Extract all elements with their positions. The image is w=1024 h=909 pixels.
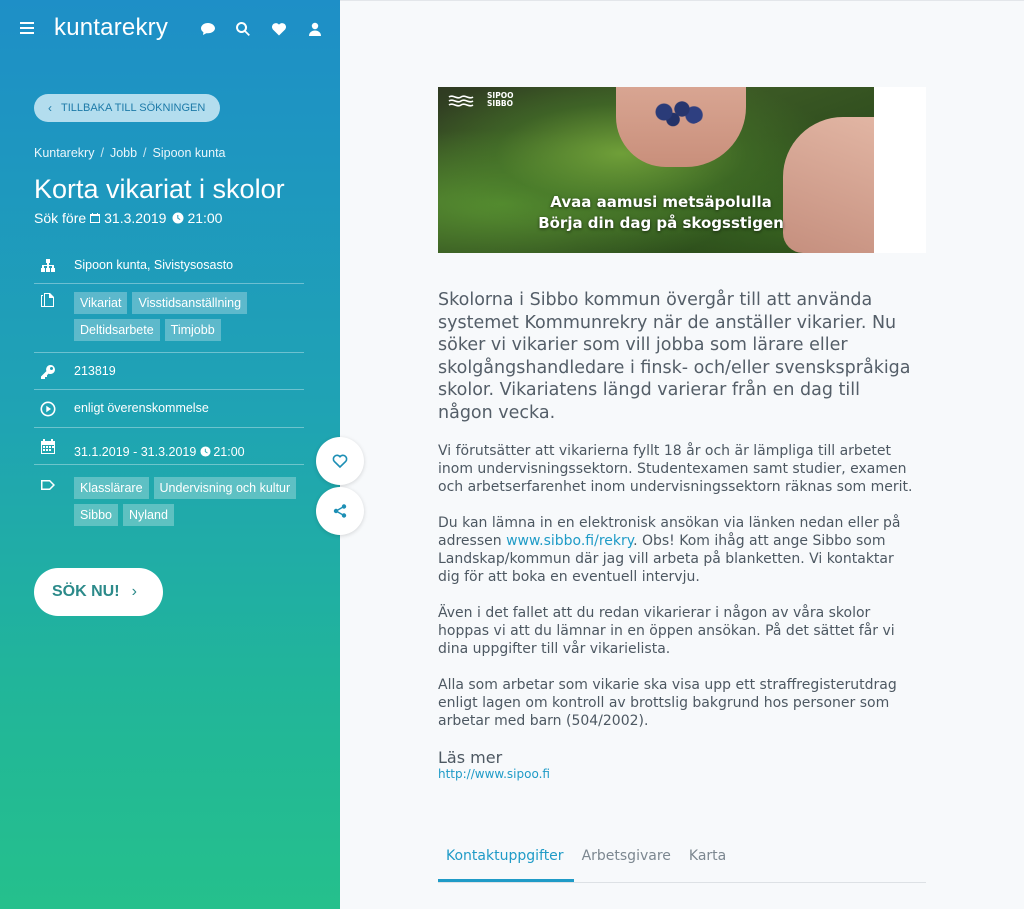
key-icon xyxy=(34,364,74,389)
chat-icon[interactable] xyxy=(200,21,218,39)
paragraph: Du kan lämna in en elektronisk ansökan v… xyxy=(438,514,918,586)
menu-icon[interactable] xyxy=(20,22,34,34)
job-description: Skolorna i Sibbo kommun övergår till att… xyxy=(438,289,918,767)
deadline-prefix: Sök före xyxy=(34,210,87,226)
clock-icon xyxy=(172,212,184,224)
breadcrumb-item[interactable]: Jobb xyxy=(110,146,137,160)
external-link[interactable]: http://www.sipoo.fi xyxy=(438,767,550,781)
paragraph: Alla som arbetar som vikarie ska visa up… xyxy=(438,677,897,729)
breadcrumb-item[interactable]: Sipoon kunta xyxy=(153,146,226,160)
page-title: Korta vikariat i skolor xyxy=(34,174,285,204)
deadline-time: 21:00 xyxy=(187,210,223,226)
play-circle-icon xyxy=(34,401,74,427)
user-icon[interactable] xyxy=(307,21,325,39)
wave-logo-icon xyxy=(448,95,474,107)
breadcrumb: Kuntarekry / Jobb / Sipoon kunta xyxy=(34,146,226,160)
read-more-heading: Läs mer xyxy=(438,748,503,767)
deadline-date: 31.3.2019 xyxy=(104,210,167,226)
job-info-list: Sipoon kunta, Sivistysosasto Vikariat Vi… xyxy=(34,248,304,534)
job-id-row: 213819 xyxy=(34,353,304,390)
search-icon[interactable] xyxy=(235,21,253,39)
salary: enligt överenskommelse xyxy=(74,401,209,415)
back-button-label: TILLBAKA TILL SÖKNINGEN xyxy=(61,102,206,114)
deadline: Sök före 31.3.2019 21:00 xyxy=(34,210,222,226)
tag[interactable]: Timjobb xyxy=(164,319,221,341)
tag[interactable]: Klasslärare xyxy=(74,477,149,499)
rekry-link[interactable]: www.sibbo.fi/rekry xyxy=(506,533,633,549)
period: 31.1.2019 - 31.3.2019 21:00 xyxy=(74,439,245,464)
tag[interactable]: Vikariat xyxy=(74,292,128,314)
tag[interactable]: Undervisning och kultur xyxy=(153,477,297,499)
org-chart-icon xyxy=(34,258,74,283)
chevron-right-icon: › xyxy=(131,583,137,600)
period-row: 31.1.2019 - 31.3.2019 21:00 xyxy=(34,428,304,465)
period-time: 21:00 xyxy=(213,444,245,459)
document-icon xyxy=(34,292,74,346)
sidebar: kuntarekry ‹ TILLBAKA TILL SÖKNINGEN Kun… xyxy=(0,0,340,909)
chevron-left-icon: ‹ xyxy=(48,101,52,115)
main-content: SIPOO SIBBO Avaa aamusi metsäpolulla Börj… xyxy=(340,0,1024,909)
categories-row: Klasslärare Undervisning och kultur Sibb… xyxy=(34,465,304,534)
clock-icon xyxy=(200,446,211,457)
banner-line2: Börja din dag på skogsstigen xyxy=(538,214,784,232)
lead-paragraph: Skolorna i Sibbo kommun övergår till att… xyxy=(438,290,911,423)
tab-map[interactable]: Karta xyxy=(681,845,736,882)
heart-icon[interactable] xyxy=(271,21,289,39)
apply-now-button[interactable]: SÖK NU! › xyxy=(34,568,163,616)
calendar-icon xyxy=(90,213,101,223)
period-dates: 31.1.2019 - 31.3.2019 xyxy=(74,444,197,459)
sipoo-logo: SIPOO SIBBO xyxy=(448,92,513,108)
back-to-search-button[interactable]: ‹ TILLBAKA TILL SÖKNINGEN xyxy=(34,94,220,122)
brand-line2: SIBBO xyxy=(487,99,514,108)
job-id: 213819 xyxy=(74,364,116,378)
logo[interactable]: kuntarekry xyxy=(54,14,168,42)
organization: Sipoon kunta, Sivistysosasto xyxy=(74,258,234,272)
tag[interactable]: Deltidsarbete xyxy=(74,319,160,341)
banner-line1: Avaa aamusi metsäpolulla xyxy=(550,193,772,211)
tab-contact[interactable]: Kontaktuppgifter xyxy=(438,845,574,882)
apply-label: SÖK NU! xyxy=(52,583,120,600)
paragraph: Även i det fallet att du redan vikariera… xyxy=(438,605,895,657)
tab-employer[interactable]: Arbetsgivare xyxy=(574,845,681,882)
salary-row: enligt överenskommelse xyxy=(34,390,304,428)
tag[interactable]: Nyland xyxy=(122,504,174,526)
tag-icon xyxy=(34,477,74,531)
calendar-icon xyxy=(34,439,74,464)
organization-row: Sipoon kunta, Sivistysosasto xyxy=(34,248,304,284)
category-tags: Klasslärare Undervisning och kultur Sibb… xyxy=(74,477,304,531)
banner-margin xyxy=(874,87,926,253)
tag[interactable]: Visstidsanställning xyxy=(132,292,248,314)
paragraph: Vi förutsätter att vikarierna fyllt 18 å… xyxy=(438,443,913,495)
breadcrumb-item[interactable]: Kuntarekry xyxy=(34,146,94,160)
top-bar: kuntarekry xyxy=(0,0,340,60)
banner-image: SIPOO SIBBO Avaa aamusi metsäpolulla Börj… xyxy=(438,87,874,253)
employment-type-row: Vikariat Visstidsanställning Deltidsarbe… xyxy=(34,284,304,353)
tab-bar: Kontaktuppgifter Arbetsgivare Karta xyxy=(438,845,926,883)
employment-tags: Vikariat Visstidsanställning Deltidsarbe… xyxy=(74,292,304,346)
tag[interactable]: Sibbo xyxy=(74,504,118,526)
